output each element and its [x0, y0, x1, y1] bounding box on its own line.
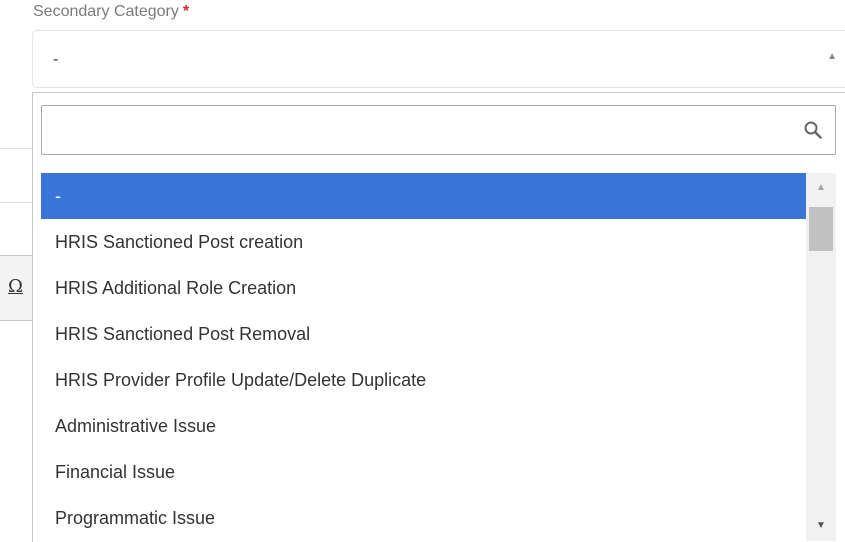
option-item[interactable]: HRIS Sanctioned Post creation [41, 219, 806, 265]
background-divider [0, 202, 34, 203]
options-scrollbar[interactable]: ▲ ▼ [806, 173, 836, 541]
background-divider [0, 148, 34, 149]
required-indicator: * [182, 3, 190, 20]
option-item[interactable]: Programmatic Issue [41, 495, 806, 541]
secondary-category-label: Secondary Category * [33, 3, 189, 21]
scroll-thumb[interactable] [809, 207, 833, 251]
omega-icon: Ω [8, 276, 23, 297]
dropdown-search-input[interactable] [48, 106, 792, 156]
secondary-category-select[interactable]: - ▲ [32, 30, 845, 88]
field-label-text: Secondary Category [33, 3, 179, 20]
scroll-down-icon[interactable]: ▼ [806, 511, 836, 541]
chevron-up-icon: ▲ [827, 51, 837, 62]
option-item[interactable]: HRIS Sanctioned Post Removal [41, 311, 806, 357]
background-editor-toolbar: Ω [0, 255, 36, 321]
search-icon[interactable] [803, 120, 823, 140]
page: Secondary Category * - ▲ Ω - HRIS Sanctio… [0, 0, 845, 542]
scroll-up-icon[interactable]: ▲ [806, 173, 836, 203]
option-item[interactable]: Administrative Issue [41, 403, 806, 449]
category-dropdown: - HRIS Sanctioned Post creation HRIS Add… [32, 92, 845, 542]
option-item[interactable]: - [41, 173, 806, 219]
options-list: - HRIS Sanctioned Post creation HRIS Add… [41, 173, 806, 541]
option-item[interactable]: HRIS Additional Role Creation [41, 265, 806, 311]
selected-value: - [53, 51, 59, 68]
option-item[interactable]: Financial Issue [41, 449, 806, 495]
option-item[interactable]: HRIS Provider Profile Update/Delete Dupl… [41, 357, 806, 403]
dropdown-search-field[interactable] [41, 105, 836, 156]
